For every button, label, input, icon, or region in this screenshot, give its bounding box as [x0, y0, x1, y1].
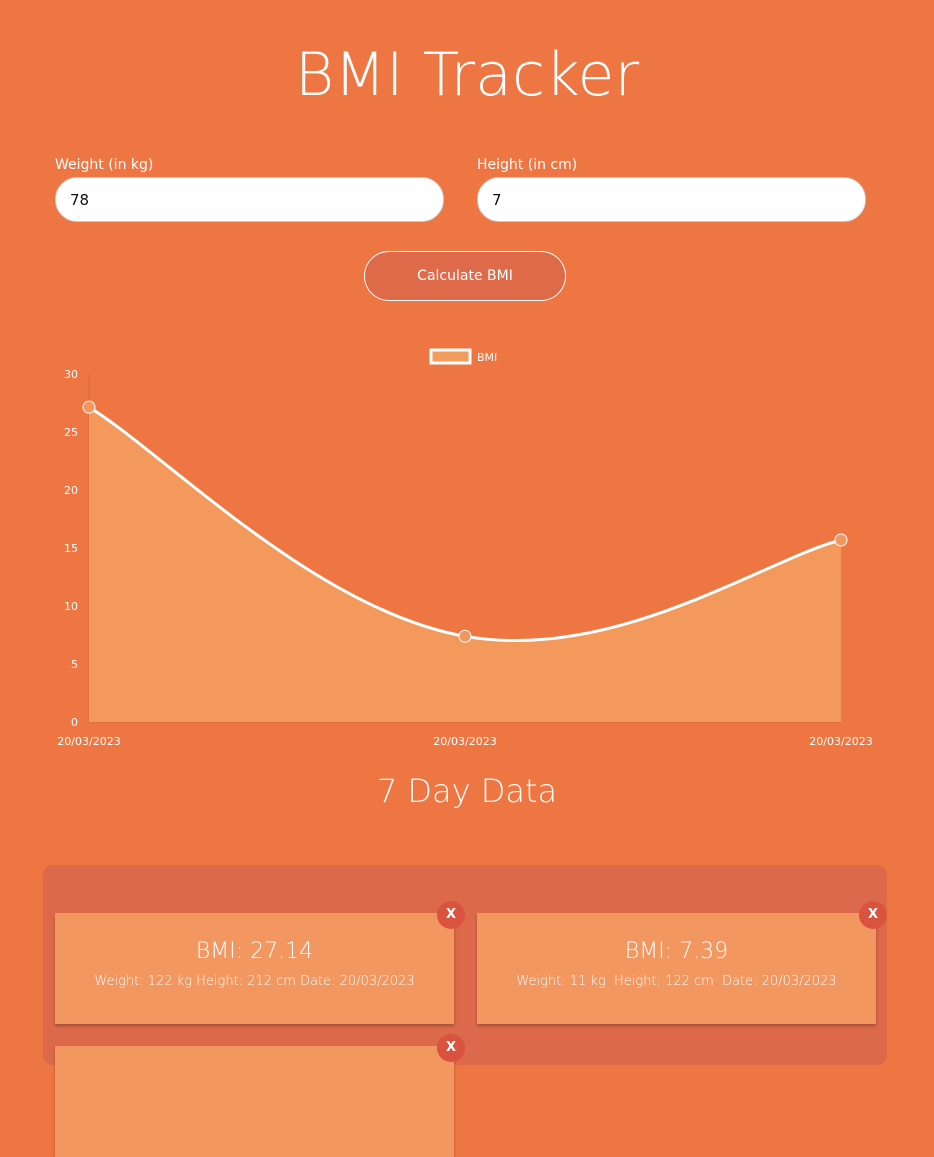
- bmi-chart: 0 5 10 15 20 25 30 20/03/2023 20/03/2023 20/03/20…: [57, 348, 873, 748]
- y-tick-label: 5: [71, 658, 78, 671]
- entry-card: BMI: 7.39 Weight: 11 kg Height: 122 cm D…: [477, 913, 876, 1024]
- y-tick-label: 15: [64, 542, 78, 555]
- legend-swatch: [429, 348, 472, 365]
- section-title: 7 Day Data: [376, 772, 558, 810]
- y-tick-label: 0: [71, 716, 78, 729]
- entry-info: Weight: 11 kg Height: 122 cm Date: 20/03…: [516, 974, 837, 989]
- entry-card: BMI: 27.14 Weight: 122 kg Height: 212 cm…: [55, 913, 454, 1024]
- entry-card: [55, 1046, 454, 1157]
- y-tick-label: 20: [64, 484, 78, 497]
- entries-container: BMI: 27.14 Weight: 122 kg Height: 212 cm…: [43, 865, 887, 1157]
- y-tick-label: 25: [64, 426, 78, 439]
- entry-bmi: BMI: 27.14: [195, 939, 314, 964]
- delete-entry-button[interactable]: X: [437, 1034, 465, 1062]
- data-point: [458, 629, 472, 643]
- data-point: [82, 400, 96, 414]
- entry-info: Weight: 122 kg Height: 212 cm Date: 20/0…: [94, 974, 415, 989]
- x-tick-label: 20/03/2023: [57, 735, 120, 748]
- data-point: [834, 533, 848, 547]
- delete-entry-button[interactable]: X: [437, 901, 465, 929]
- entry-bmi: BMI: 7.39: [624, 939, 729, 964]
- delete-entry-button[interactable]: X: [859, 901, 887, 929]
- y-tick-label: 10: [64, 600, 78, 613]
- y-tick-label: 30: [64, 368, 78, 381]
- legend-label: BMI: [477, 351, 497, 364]
- area-fill: [89, 407, 841, 722]
- x-tick-label: 20/03/2023: [809, 735, 872, 748]
- x-tick-label: 20/03/2023: [433, 735, 496, 748]
